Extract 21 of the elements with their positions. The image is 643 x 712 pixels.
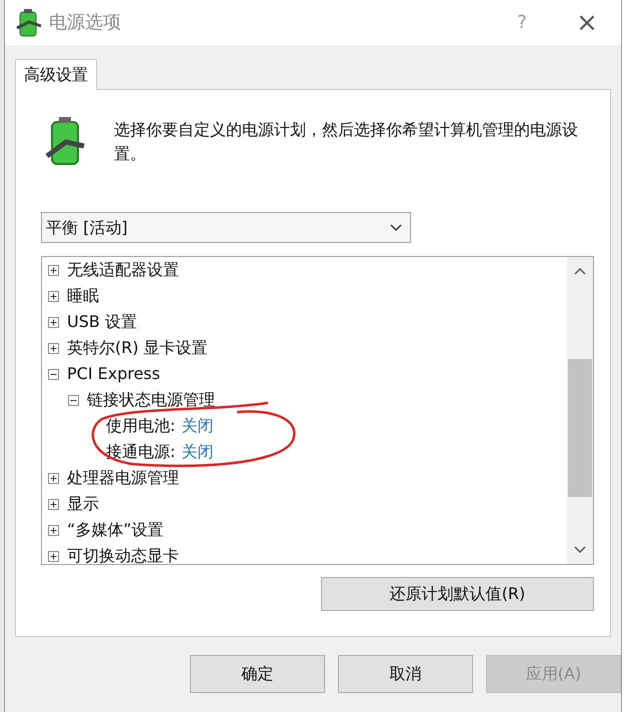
tree-item[interactable]: 显示: [67, 492, 99, 516]
dialog-button[interactable]: 取消: [338, 655, 473, 693]
dialog-button[interactable]: 确定: [190, 655, 325, 693]
tree-item[interactable]: 睡眠: [67, 284, 99, 308]
tree-item[interactable]: 可切换动态显卡: [67, 544, 179, 564]
tree-item[interactable]: 链接状态电源管理: [87, 388, 215, 412]
tree-item[interactable]: 英特尔(R) 显卡设置: [67, 336, 208, 360]
tree-item[interactable]: 无线适配器设置: [67, 258, 179, 282]
close-button[interactable]: ×: [567, 10, 607, 36]
intro-text: 选择你要自定义的电源计划，然后选择你希望计算机管理的电源设置。: [114, 119, 579, 165]
tree-item[interactable]: USB 设置: [67, 310, 137, 334]
tree-item[interactable]: 处理器电源管理: [67, 466, 179, 490]
tree-item[interactable]: “多媒体”设置: [67, 518, 164, 542]
setting-label: 使用电池:: [106, 415, 176, 437]
setting-value-link[interactable]: 关闭: [181, 440, 214, 464]
setting-value-link[interactable]: 关闭: [181, 414, 214, 438]
window-title: 电源选项: [49, 11, 121, 35]
tree-item[interactable]: PCI Express: [67, 362, 160, 386]
restore-defaults-button[interactable]: 还原计划默认值(R): [321, 577, 594, 611]
plan-dropdown[interactable]: 平衡 [活动]: [41, 212, 411, 243]
tab[interactable]: 高级设置: [15, 59, 97, 90]
